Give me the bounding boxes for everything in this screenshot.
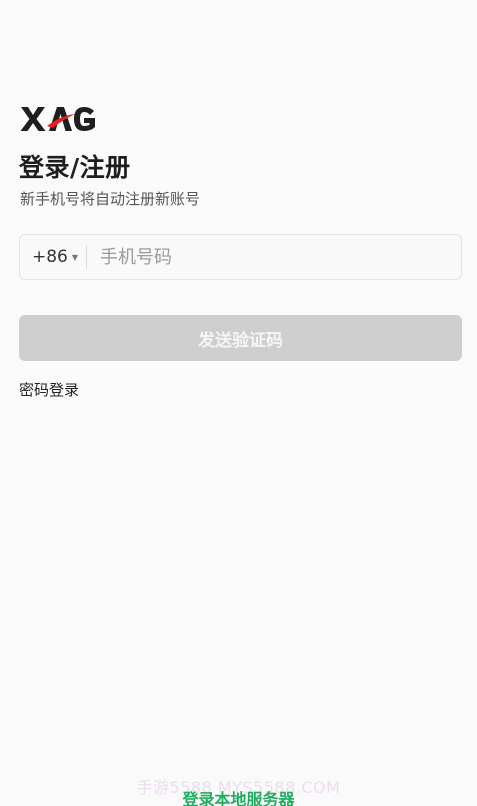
phone-field: +86 ▼ [19,234,462,280]
password-login-link[interactable]: 密码登录 [19,379,79,400]
xag-logo [20,104,96,134]
caret-down-icon: ▼ [71,253,79,262]
page-title: 登录/注册 [19,153,131,182]
local-server-login-link[interactable]: 登录本地服务器 [0,786,477,806]
xag-logo-icon [20,107,95,131]
page-subtitle: 新手机号将自动注册新账号 [20,190,201,208]
phone-number-input[interactable] [87,235,461,279]
send-code-button[interactable]: 发送验证码 [19,315,462,361]
country-code-selector[interactable]: +86 ▼ [20,235,86,279]
login-screen: 登录/注册 新手机号将自动注册新账号 +86 ▼ 发送验证码 密码登录 手游55… [0,0,477,806]
country-code-label: +86 [32,247,68,267]
